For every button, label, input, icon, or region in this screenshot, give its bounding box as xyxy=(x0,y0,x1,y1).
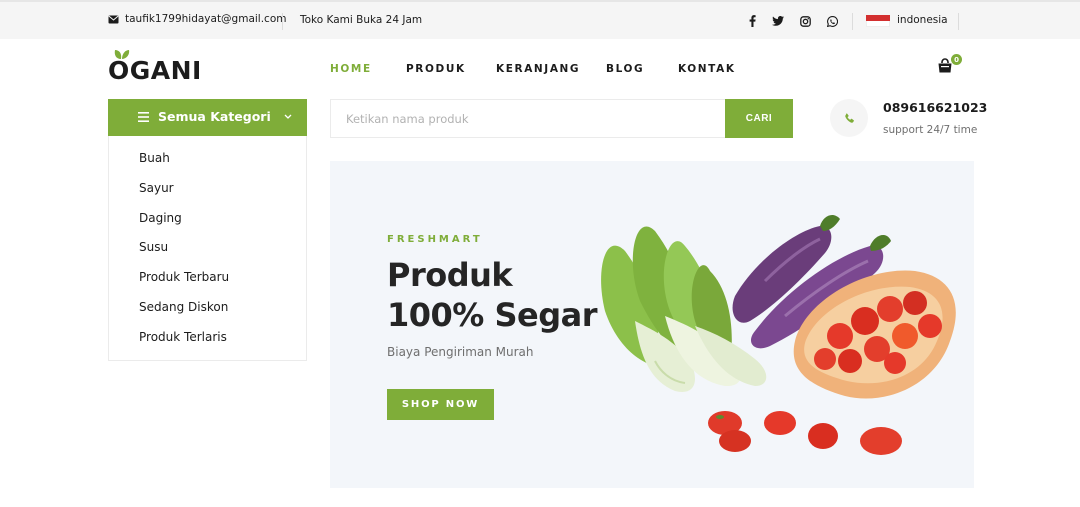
nav-produk[interactable]: PRODUK xyxy=(406,63,466,75)
nav-kontak[interactable]: KONTAK xyxy=(678,63,736,75)
cart-count-badge: 0 xyxy=(951,54,962,65)
hero-title: Produk 100% Segar xyxy=(387,255,598,335)
chevron-down-icon xyxy=(284,114,292,119)
all-categories-label: Semua Kategori xyxy=(158,109,271,124)
category-list: Buah Sayur Daging Susu Produk Terbaru Se… xyxy=(108,136,307,361)
topbar-divider xyxy=(282,13,283,30)
support-text: support 24/7 time xyxy=(883,124,978,136)
phone-number: 089616621023 xyxy=(883,100,988,115)
nav-home[interactable]: HOME xyxy=(330,63,372,75)
email-text: taufik1799hidayat@gmail.com xyxy=(125,13,287,25)
instagram-icon[interactable] xyxy=(798,14,812,28)
whatsapp-icon[interactable] xyxy=(825,14,839,28)
hero-title-line1: Produk xyxy=(387,256,513,294)
twitter-icon[interactable] xyxy=(771,14,785,28)
hero-eyebrow: FRESHMART xyxy=(387,234,483,245)
phone-icon-circle xyxy=(830,99,868,137)
search-input[interactable] xyxy=(331,100,726,137)
site-logo[interactable]: OGANI xyxy=(108,50,208,86)
hero-subtitle: Biaya Pengiriman Murah xyxy=(387,345,534,359)
nav-keranjang[interactable]: KERANJANG xyxy=(496,63,580,75)
search-form xyxy=(330,99,793,138)
category-item-sedang-diskon[interactable]: Sedang Diskon xyxy=(139,300,228,314)
all-categories-button[interactable]: Semua Kategori xyxy=(108,99,307,136)
topbar-divider xyxy=(958,13,959,30)
nav-blog[interactable]: BLOG xyxy=(606,63,644,75)
mail-icon xyxy=(108,15,119,23)
language-selector[interactable]: indonesia xyxy=(897,14,948,26)
indonesia-flag-icon[interactable] xyxy=(866,15,890,27)
category-item-produk-terlaris[interactable]: Produk Terlaris xyxy=(139,330,227,344)
store-hours: Toko Kami Buka 24 Jam xyxy=(300,14,423,26)
facebook-icon[interactable] xyxy=(745,14,759,28)
category-item-susu[interactable]: Susu xyxy=(139,240,168,254)
top-bar: taufik1799hidayat@gmail.com Toko Kami Bu… xyxy=(0,0,1080,39)
category-item-produk-terbaru[interactable]: Produk Terbaru xyxy=(139,270,229,284)
search-button[interactable]: CARI xyxy=(725,99,793,138)
phone-icon xyxy=(844,112,854,123)
category-item-daging[interactable]: Daging xyxy=(139,211,182,225)
hero-banner: FRESHMART Produk 100% Segar Biaya Pengir… xyxy=(330,161,974,488)
loose-tomatoes-image xyxy=(708,411,902,455)
shop-now-button[interactable]: SHOP NOW xyxy=(387,389,494,420)
logo-text: OGANI xyxy=(108,56,202,85)
category-item-sayur[interactable]: Sayur xyxy=(139,181,174,195)
hero-title-line2: 100% Segar xyxy=(387,296,598,334)
menu-icon xyxy=(138,112,149,122)
vegetables-image xyxy=(601,215,956,455)
category-item-buah[interactable]: Buah xyxy=(139,151,170,165)
email-contact: taufik1799hidayat@gmail.com xyxy=(108,13,286,25)
topbar-divider xyxy=(852,13,853,30)
